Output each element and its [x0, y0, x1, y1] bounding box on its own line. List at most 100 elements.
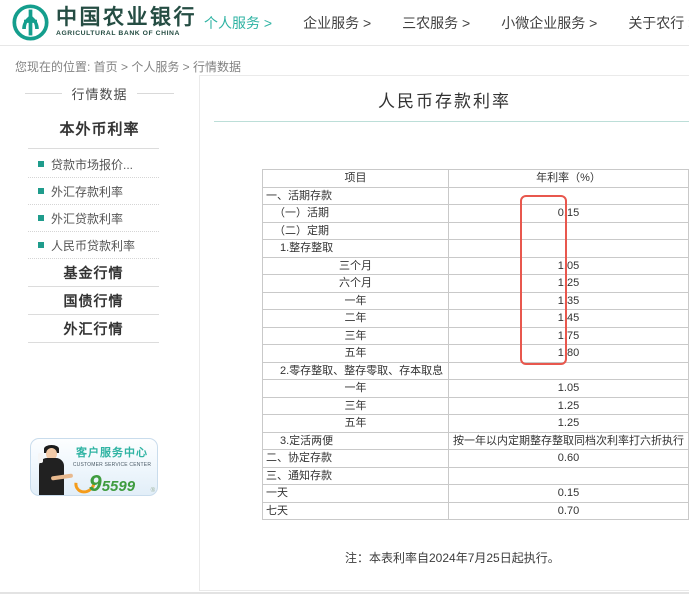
- row-rate-value: 按一年以内定期整存整取同档次利率打六折执行: [449, 432, 689, 450]
- table-row: 一年1.05: [263, 380, 689, 398]
- row-rate-value: 1.35: [449, 292, 689, 310]
- sidebar-item-1[interactable]: 外汇存款利率: [28, 178, 159, 205]
- sidebar-link-1[interactable]: 国债行情: [28, 287, 159, 315]
- breadcrumb[interactable]: 您现在的位置: 首页 > 个人服务 > 行情数据: [15, 58, 241, 75]
- nav-item-2[interactable]: 三农服务 >: [402, 13, 470, 33]
- table-row: 三年1.25: [263, 397, 689, 415]
- row-rate-value: 0.70: [449, 502, 689, 520]
- row-label: 七天: [263, 502, 449, 520]
- nav-item-3[interactable]: 小微企业服务 >: [501, 13, 597, 33]
- row-label: 3.定活两便: [263, 432, 449, 450]
- row-rate-value: 1.45: [449, 310, 689, 328]
- row-label: 2.零存整取、整存零取、存本取息: [263, 362, 449, 380]
- bullet-square-icon: [38, 215, 44, 221]
- row-rate-value: [449, 187, 689, 205]
- row-rate-value: 0.15: [449, 205, 689, 223]
- nav-item-4[interactable]: 关于农行 >: [628, 13, 689, 33]
- site-header: 中国农业银行 AGRICULTURAL BANK OF CHINA 个人服务 >…: [0, 0, 689, 46]
- registered-mark: ®: [151, 488, 155, 494]
- primary-nav: 个人服务 > 企业服务 > 三农服务 > 小微企业服务 > 关于农行 >: [204, 0, 689, 45]
- row-label: 一天: [263, 485, 449, 503]
- column-header-item: 项目: [263, 170, 449, 188]
- table-row: 六个月1.25: [263, 275, 689, 293]
- sidebar-divider: [28, 148, 159, 149]
- banner-title-cn: 客户服务中心: [67, 444, 157, 460]
- table-row: 二年1.45: [263, 310, 689, 328]
- row-rate-value: 0.60: [449, 450, 689, 468]
- bullet-square-icon: [38, 188, 44, 194]
- table-row: 二、协定存款0.60: [263, 450, 689, 468]
- sidebar-title-label: 行情数据: [71, 84, 127, 103]
- row-label: 二、协定存款: [263, 450, 449, 468]
- title-dash-left: [25, 93, 62, 94]
- sidebar-item-label: 贷款市场报价...: [51, 156, 133, 173]
- footer-divider: [0, 592, 689, 594]
- row-rate-value: 1.25: [449, 415, 689, 433]
- sidebar-section-rates[interactable]: 本外币利率: [0, 118, 199, 139]
- row-label: 五年: [263, 415, 449, 433]
- sidebar-item-3[interactable]: 人民币贷款利率: [28, 232, 159, 259]
- row-label: 二年: [263, 310, 449, 328]
- row-rate-value: 1.05: [449, 257, 689, 275]
- bank-name-cn: 中国农业银行: [56, 7, 197, 28]
- hotline-number: 95599: [67, 470, 157, 496]
- table-row: 三、通知存款: [263, 467, 689, 485]
- table-row: 一年1.35: [263, 292, 689, 310]
- sidebar-item-label: 外汇贷款利率: [51, 210, 123, 227]
- rates-table-body: 一、活期存款（一）活期0.15（二）定期1.整存整取三个月1.05六个月1.25…: [263, 187, 689, 520]
- table-row: 三年1.75: [263, 327, 689, 345]
- row-label: 一年: [263, 292, 449, 310]
- row-rate-value: [449, 240, 689, 258]
- sidebar-link-2[interactable]: 外汇行情: [28, 315, 159, 343]
- row-label: 1.整存整取: [263, 240, 449, 258]
- bank-logo-text: 中国农业银行 AGRICULTURAL BANK OF CHINA: [56, 7, 197, 38]
- row-label: （二）定期: [263, 222, 449, 240]
- table-row: 1.整存整取: [263, 240, 689, 258]
- effective-date-note: 注：本表利率自2024年7月25日起执行。: [345, 549, 689, 566]
- row-label: 五年: [263, 345, 449, 363]
- row-rate-value: [449, 222, 689, 240]
- row-label: 一年: [263, 380, 449, 398]
- row-label: 三年: [263, 397, 449, 415]
- row-label: 一、活期存款: [263, 187, 449, 205]
- table-row: 3.定活两便按一年以内定期整存整取同档次利率打六折执行: [263, 432, 689, 450]
- table-row: 一天0.15: [263, 485, 689, 503]
- sidebar-item-label: 人民币贷款利率: [51, 237, 135, 254]
- row-rate-value: 1.75: [449, 327, 689, 345]
- row-rate-value: [449, 362, 689, 380]
- table-row: 五年1.25: [263, 415, 689, 433]
- column-header-rate: 年利率（%）: [449, 170, 689, 188]
- service-agent-illustration: [35, 445, 69, 496]
- title-underline: [214, 121, 689, 122]
- sidebar-item-0[interactable]: 贷款市场报价...: [28, 151, 159, 178]
- deposit-rates-table: 项目 年利率（%） 一、活期存款（一）活期0.15（二）定期1.整存整取三个月1…: [262, 169, 689, 520]
- table-row: （二）定期: [263, 222, 689, 240]
- sidebar-item-list: 贷款市场报价... 外汇存款利率外汇贷款利率人民币贷款利率: [28, 151, 159, 259]
- sidebar: 行情数据 本外币利率 贷款市场报价...外汇存款利率外汇贷款利率人民币贷款利率 …: [0, 75, 199, 343]
- sidebar-item-label: 外汇存款利率: [51, 183, 123, 200]
- row-label: （一）活期: [263, 205, 449, 223]
- sidebar-title: 行情数据: [0, 84, 199, 103]
- bank-logo-link[interactable]: 中国农业银行 AGRICULTURAL BANK OF CHINA: [12, 4, 197, 41]
- row-rate-value: [449, 467, 689, 485]
- customer-service-banner[interactable]: 客户服务中心 CUSTOMER SERVICE CENTER 95599 ®: [30, 438, 158, 496]
- nav-item-1[interactable]: 企业服务 >: [303, 13, 371, 33]
- sidebar-item-2[interactable]: 外汇贷款利率: [28, 205, 159, 232]
- abc-bank-logo-icon: [12, 4, 49, 41]
- table-row: 三个月1.05: [263, 257, 689, 275]
- row-rate-value: 1.05: [449, 380, 689, 398]
- banner-title-en: CUSTOMER SERVICE CENTER: [67, 462, 157, 468]
- row-rate-value: 0.15: [449, 485, 689, 503]
- table-row: 2.零存整取、整存零取、存本取息: [263, 362, 689, 380]
- table-row: 一、活期存款: [263, 187, 689, 205]
- table-row: 七天0.70: [263, 502, 689, 520]
- bullet-square-icon: [38, 242, 44, 248]
- sidebar-link-list: 基金行情国债行情外汇行情: [28, 259, 159, 343]
- nav-item-0[interactable]: 个人服务 >: [204, 13, 272, 33]
- page-title: 人民币存款利率: [200, 87, 689, 112]
- highlight-annotation-box: [520, 195, 567, 365]
- sidebar-link-0[interactable]: 基金行情: [28, 259, 159, 287]
- row-rate-value: 1.25: [449, 275, 689, 293]
- banner-text: 客户服务中心 CUSTOMER SERVICE CENTER 95599: [67, 444, 157, 496]
- title-dash-right: [137, 93, 174, 94]
